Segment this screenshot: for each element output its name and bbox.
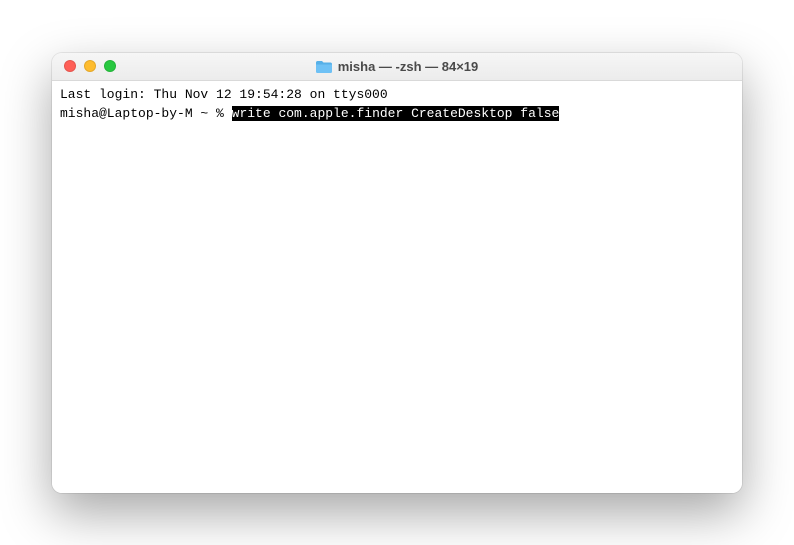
command-selected[interactable]: write com.apple.finder CreateDesktop fal… (232, 106, 560, 121)
traffic-lights (52, 60, 116, 72)
prompt-line: misha@Laptop-by-M ~ % write com.apple.fi… (60, 104, 734, 124)
window-title-group: misha — -zsh — 84×19 (52, 59, 742, 74)
window-title: misha — -zsh — 84×19 (338, 59, 479, 74)
close-button[interactable] (64, 60, 76, 72)
last-login-line: Last login: Thu Nov 12 19:54:28 on ttys0… (60, 85, 734, 105)
titlebar[interactable]: misha — -zsh — 84×19 (52, 53, 742, 81)
terminal-body[interactable]: Last login: Thu Nov 12 19:54:28 on ttys0… (52, 81, 742, 493)
prompt-text: misha@Laptop-by-M ~ % (60, 106, 232, 121)
minimize-button[interactable] (84, 60, 96, 72)
maximize-button[interactable] (104, 60, 116, 72)
terminal-window: misha — -zsh — 84×19 Last login: Thu Nov… (52, 53, 742, 493)
folder-icon (316, 60, 332, 73)
